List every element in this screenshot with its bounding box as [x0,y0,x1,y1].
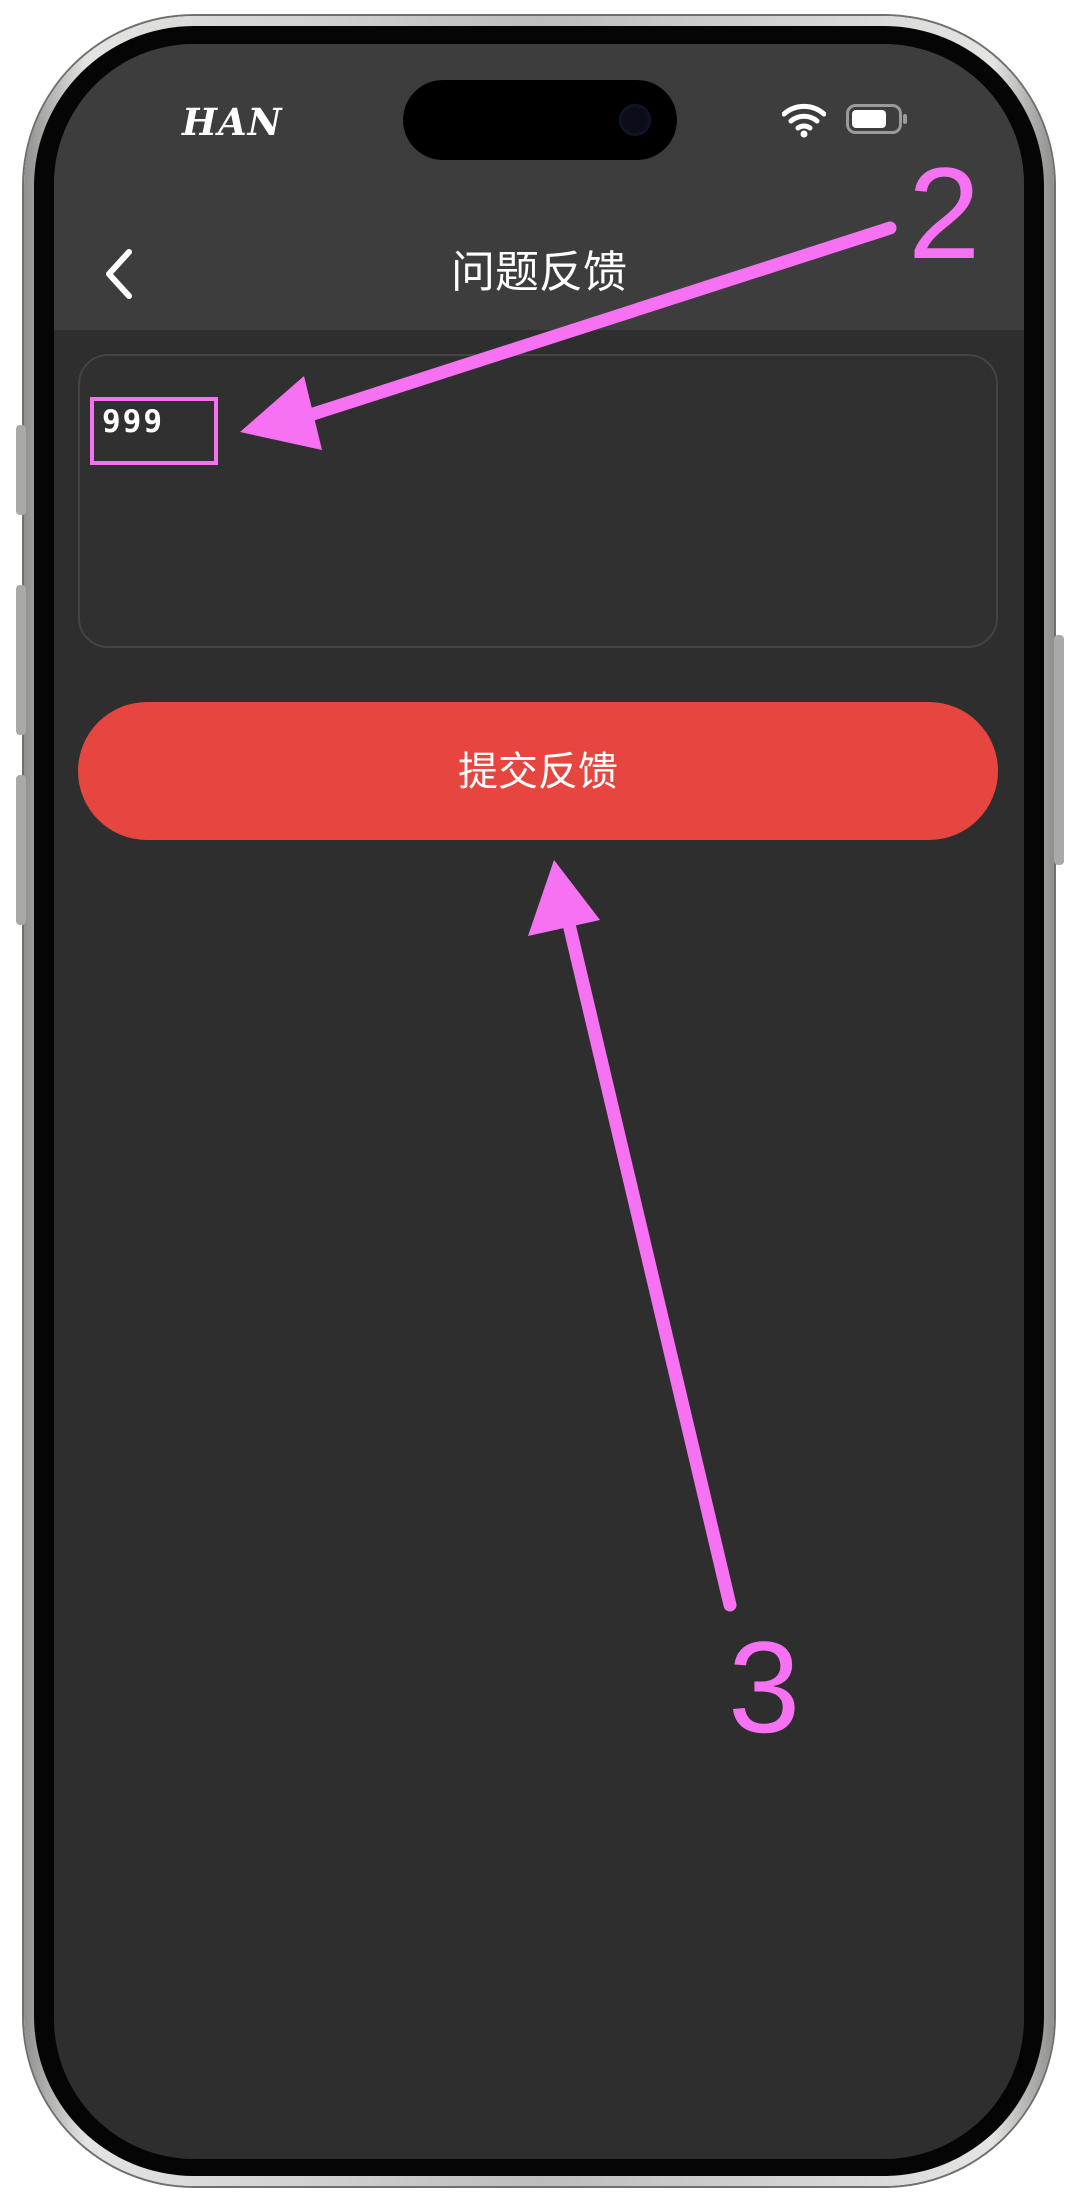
battery-icon [846,104,907,134]
app-screen: HAN 问题反馈 999 提交反馈 [54,44,1024,2159]
carrier-label: HAN [182,100,283,144]
wifi-icon [782,103,826,138]
feedback-textarea[interactable]: 999 [78,354,998,648]
page-title: 问题反馈 [451,247,627,298]
back-button[interactable] [84,234,154,314]
action-button [16,425,26,515]
chevron-left-icon [106,249,132,299]
step-2-label: 2 [908,140,981,286]
submit-feedback-button[interactable]: 提交反馈 [78,702,998,840]
step-3-label: 3 [728,1614,801,1760]
dynamic-island [403,80,677,160]
feedback-input-value: 999 [102,404,164,440]
volume-down-button [16,775,26,925]
front-camera [619,104,651,136]
power-button [1054,635,1064,865]
volume-up-button [16,585,26,735]
